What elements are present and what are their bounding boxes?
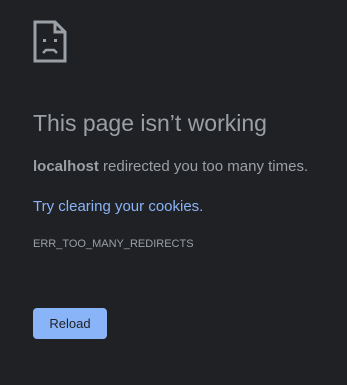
suggestion-trailing: . — [199, 198, 204, 215]
host-name: localhost — [33, 158, 99, 175]
page-title: This page isn’t working — [33, 110, 267, 136]
error-summary: localhost redirected you too many times. — [33, 158, 308, 175]
sad-page-icon — [33, 20, 67, 63]
error-code: ERR_TOO_MANY_REDIRECTS — [33, 238, 194, 250]
suggestion: Try clearing your cookies. — [33, 198, 203, 215]
summary-message: redirected you too many times. — [98, 158, 309, 175]
reload-button[interactable]: Reload — [33, 308, 107, 339]
clear-cookies-link[interactable]: Try clearing your cookies — [33, 198, 199, 215]
